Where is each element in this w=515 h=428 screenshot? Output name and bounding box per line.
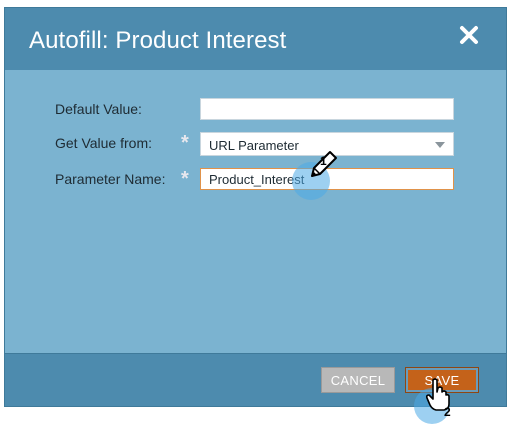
step-1-number: 1: [320, 154, 327, 168]
autofill-dialog: Autofill: Product Interest Default Value…: [4, 7, 507, 407]
cancel-button[interactable]: CANCEL: [321, 367, 395, 393]
required-asterisk: *: [181, 132, 189, 154]
dialog-title: Autofill: Product Interest: [29, 27, 287, 54]
default-value-input[interactable]: [200, 98, 454, 120]
dialog-body: Default Value: Get Value from: * URL Par…: [5, 70, 506, 356]
required-asterisk: *: [181, 168, 189, 190]
parameter-name-label: Parameter Name:: [55, 171, 166, 187]
dialog-header: Autofill: Product Interest: [5, 8, 506, 71]
row-parameter-name: Parameter Name: *: [5, 168, 506, 192]
default-value-label: Default Value:: [55, 101, 142, 117]
step-2-number: 2: [444, 405, 451, 419]
chevron-down-icon: [435, 142, 445, 148]
close-icon[interactable]: [458, 24, 480, 46]
get-value-from-selected: URL Parameter: [209, 138, 299, 153]
get-value-from-label: Get Value from:: [55, 135, 153, 151]
row-get-value-from: Get Value from: * URL Parameter: [5, 132, 506, 156]
row-default-value: Default Value:: [5, 98, 506, 122]
